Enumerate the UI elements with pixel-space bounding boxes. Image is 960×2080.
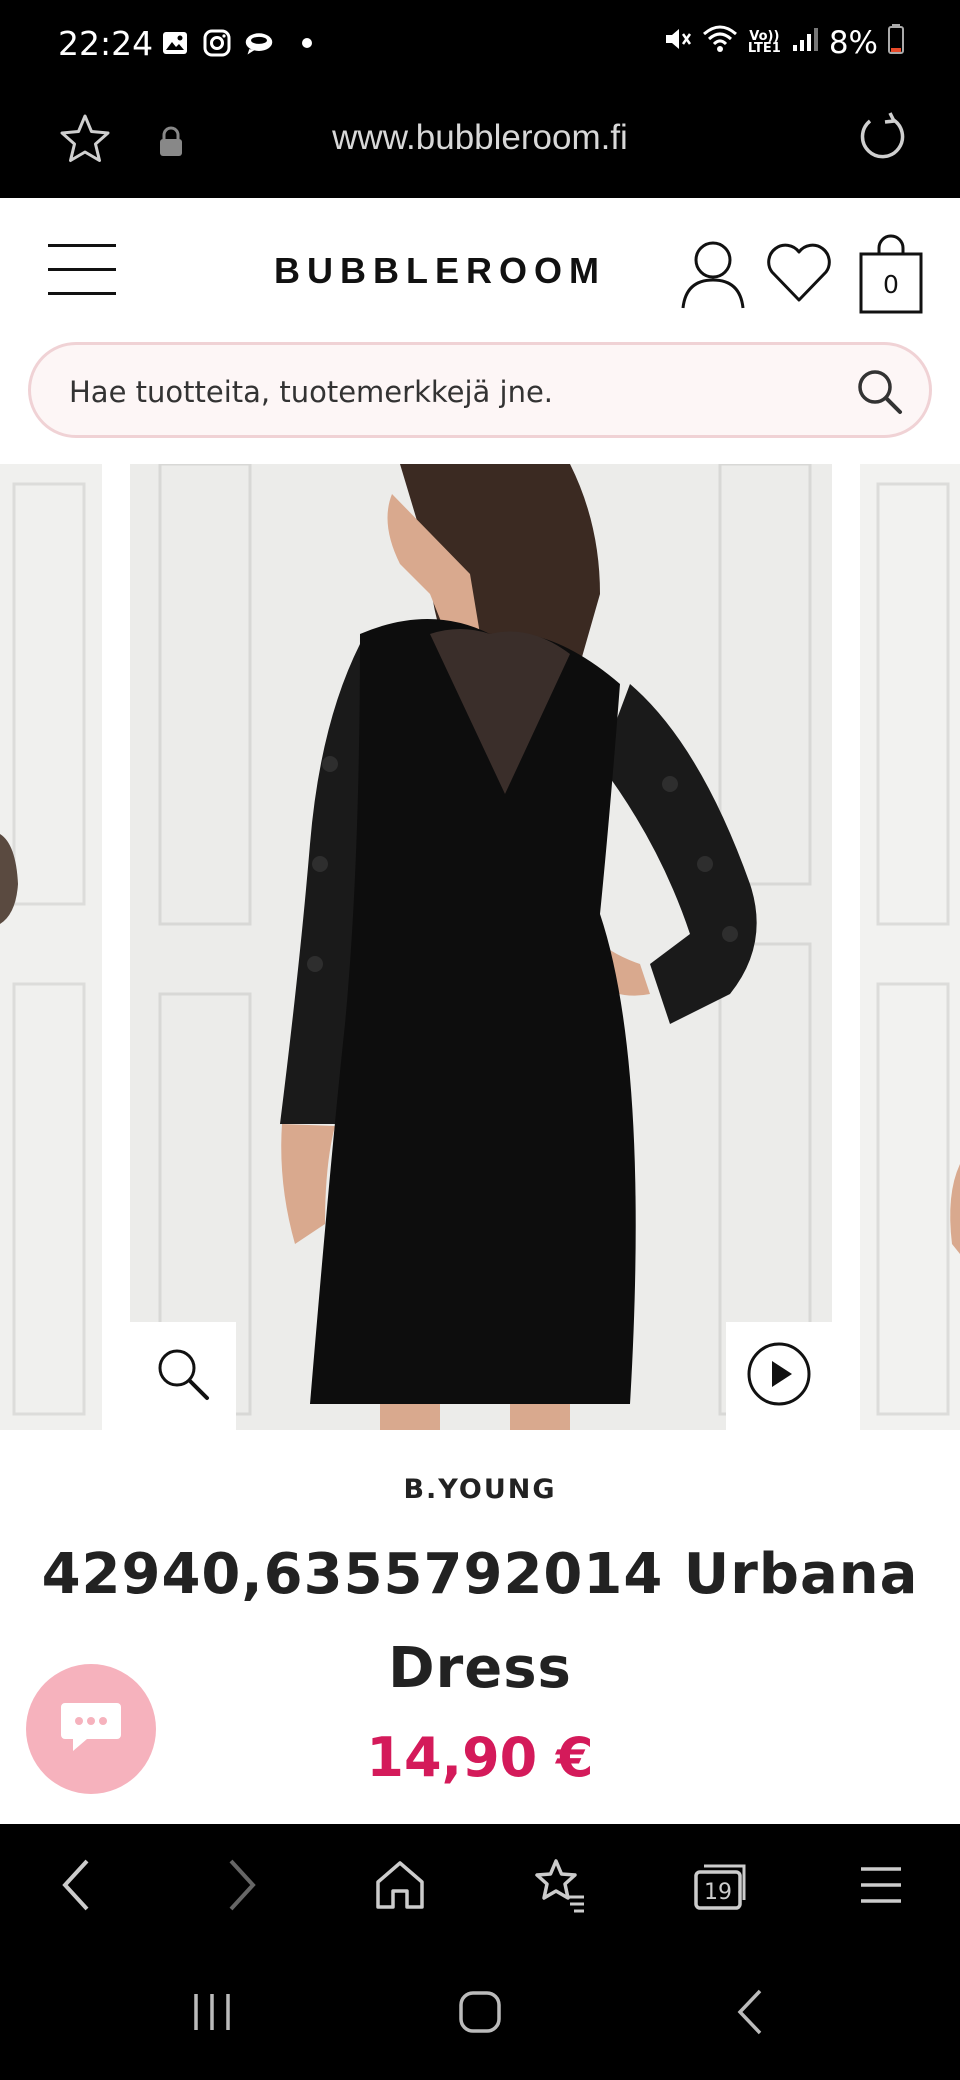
status-bar: 22:24 Vo)) LTE1 8% [0, 0, 960, 90]
home-square-icon [457, 1989, 503, 2039]
chat-icon [57, 1697, 125, 1761]
reload-icon[interactable] [854, 110, 908, 168]
previous-product-image[interactable] [0, 464, 102, 1430]
chevron-left-icon [57, 1857, 97, 1917]
menu-line [48, 292, 116, 295]
tabs-button[interactable]: 19 [686, 1852, 756, 1922]
home-button[interactable] [365, 1852, 435, 1922]
play-icon [745, 1340, 813, 1412]
battery-percent: 8% [828, 25, 878, 61]
back-chevron-icon [732, 1987, 768, 2041]
wishlist-heart-icon[interactable] [764, 240, 834, 308]
shopping-bag-button[interactable]: 0 [858, 234, 924, 314]
product-brand[interactable]: B.YOUNG [0, 1474, 960, 1505]
play-video-button[interactable] [726, 1322, 832, 1430]
system-back-button[interactable] [710, 1984, 790, 2044]
notification-icons [160, 28, 312, 58]
bookmarks-button[interactable] [524, 1852, 594, 1922]
address-bar[interactable]: www.bubbleroom.fi [0, 118, 960, 158]
product-image-carousel[interactable] [0, 464, 960, 1430]
messenger-icon [244, 28, 274, 58]
site-logo[interactable]: BUBBLEROOM [0, 250, 880, 292]
mute-icon [662, 24, 692, 62]
hamburger-icon [857, 1863, 905, 1911]
web-page: BUBBLEROOM 0 Hae tuotteita, tuotemerkkej… [0, 198, 960, 1824]
browser-menu-button[interactable] [846, 1852, 916, 1922]
browser-url-bar: www.bubbleroom.fi [0, 90, 960, 198]
system-navigation-bar [0, 1948, 960, 2080]
instagram-icon [202, 28, 232, 58]
next-product-image[interactable] [860, 464, 960, 1430]
product-title: 42940,6355792014 Urbana Dress [41, 1542, 919, 1701]
tabs-icon: 19 [694, 1864, 746, 1910]
signal-icon [791, 25, 819, 61]
star-list-icon [530, 1857, 588, 1917]
search-placeholder: Hae tuotteita, tuotemerkkejä jne. [69, 375, 554, 409]
battery-icon [888, 24, 904, 62]
search-input[interactable]: Hae tuotteita, tuotemerkkejä jne. [28, 342, 932, 438]
gallery-icon [160, 28, 190, 58]
wifi-icon [702, 24, 738, 62]
recent-apps-icon [190, 1990, 234, 2038]
forward-button[interactable] [206, 1852, 276, 1922]
home-icon [373, 1858, 427, 1916]
system-status-icons: Vo)) LTE1 8% [662, 24, 904, 62]
search-icon[interactable] [855, 367, 903, 419]
back-button[interactable] [42, 1852, 112, 1922]
chat-button[interactable] [26, 1664, 156, 1794]
browser-toolbar: 19 [0, 1824, 960, 1948]
status-time: 22:24 [58, 24, 154, 63]
zoom-button[interactable] [130, 1322, 236, 1430]
recent-apps-button[interactable] [172, 1984, 252, 2044]
zoom-icon [153, 1344, 213, 1408]
product-image[interactable] [130, 464, 832, 1430]
cart-count: 0 [883, 270, 899, 299]
tab-count: 19 [704, 1880, 732, 1905]
chevron-right-icon [221, 1857, 261, 1917]
account-icon[interactable] [680, 238, 746, 314]
home-system-button[interactable] [440, 1984, 520, 2044]
menu-line [48, 244, 116, 247]
more-notifications-dot [302, 38, 312, 48]
volte-indicator: Vo)) LTE1 [747, 29, 781, 56]
